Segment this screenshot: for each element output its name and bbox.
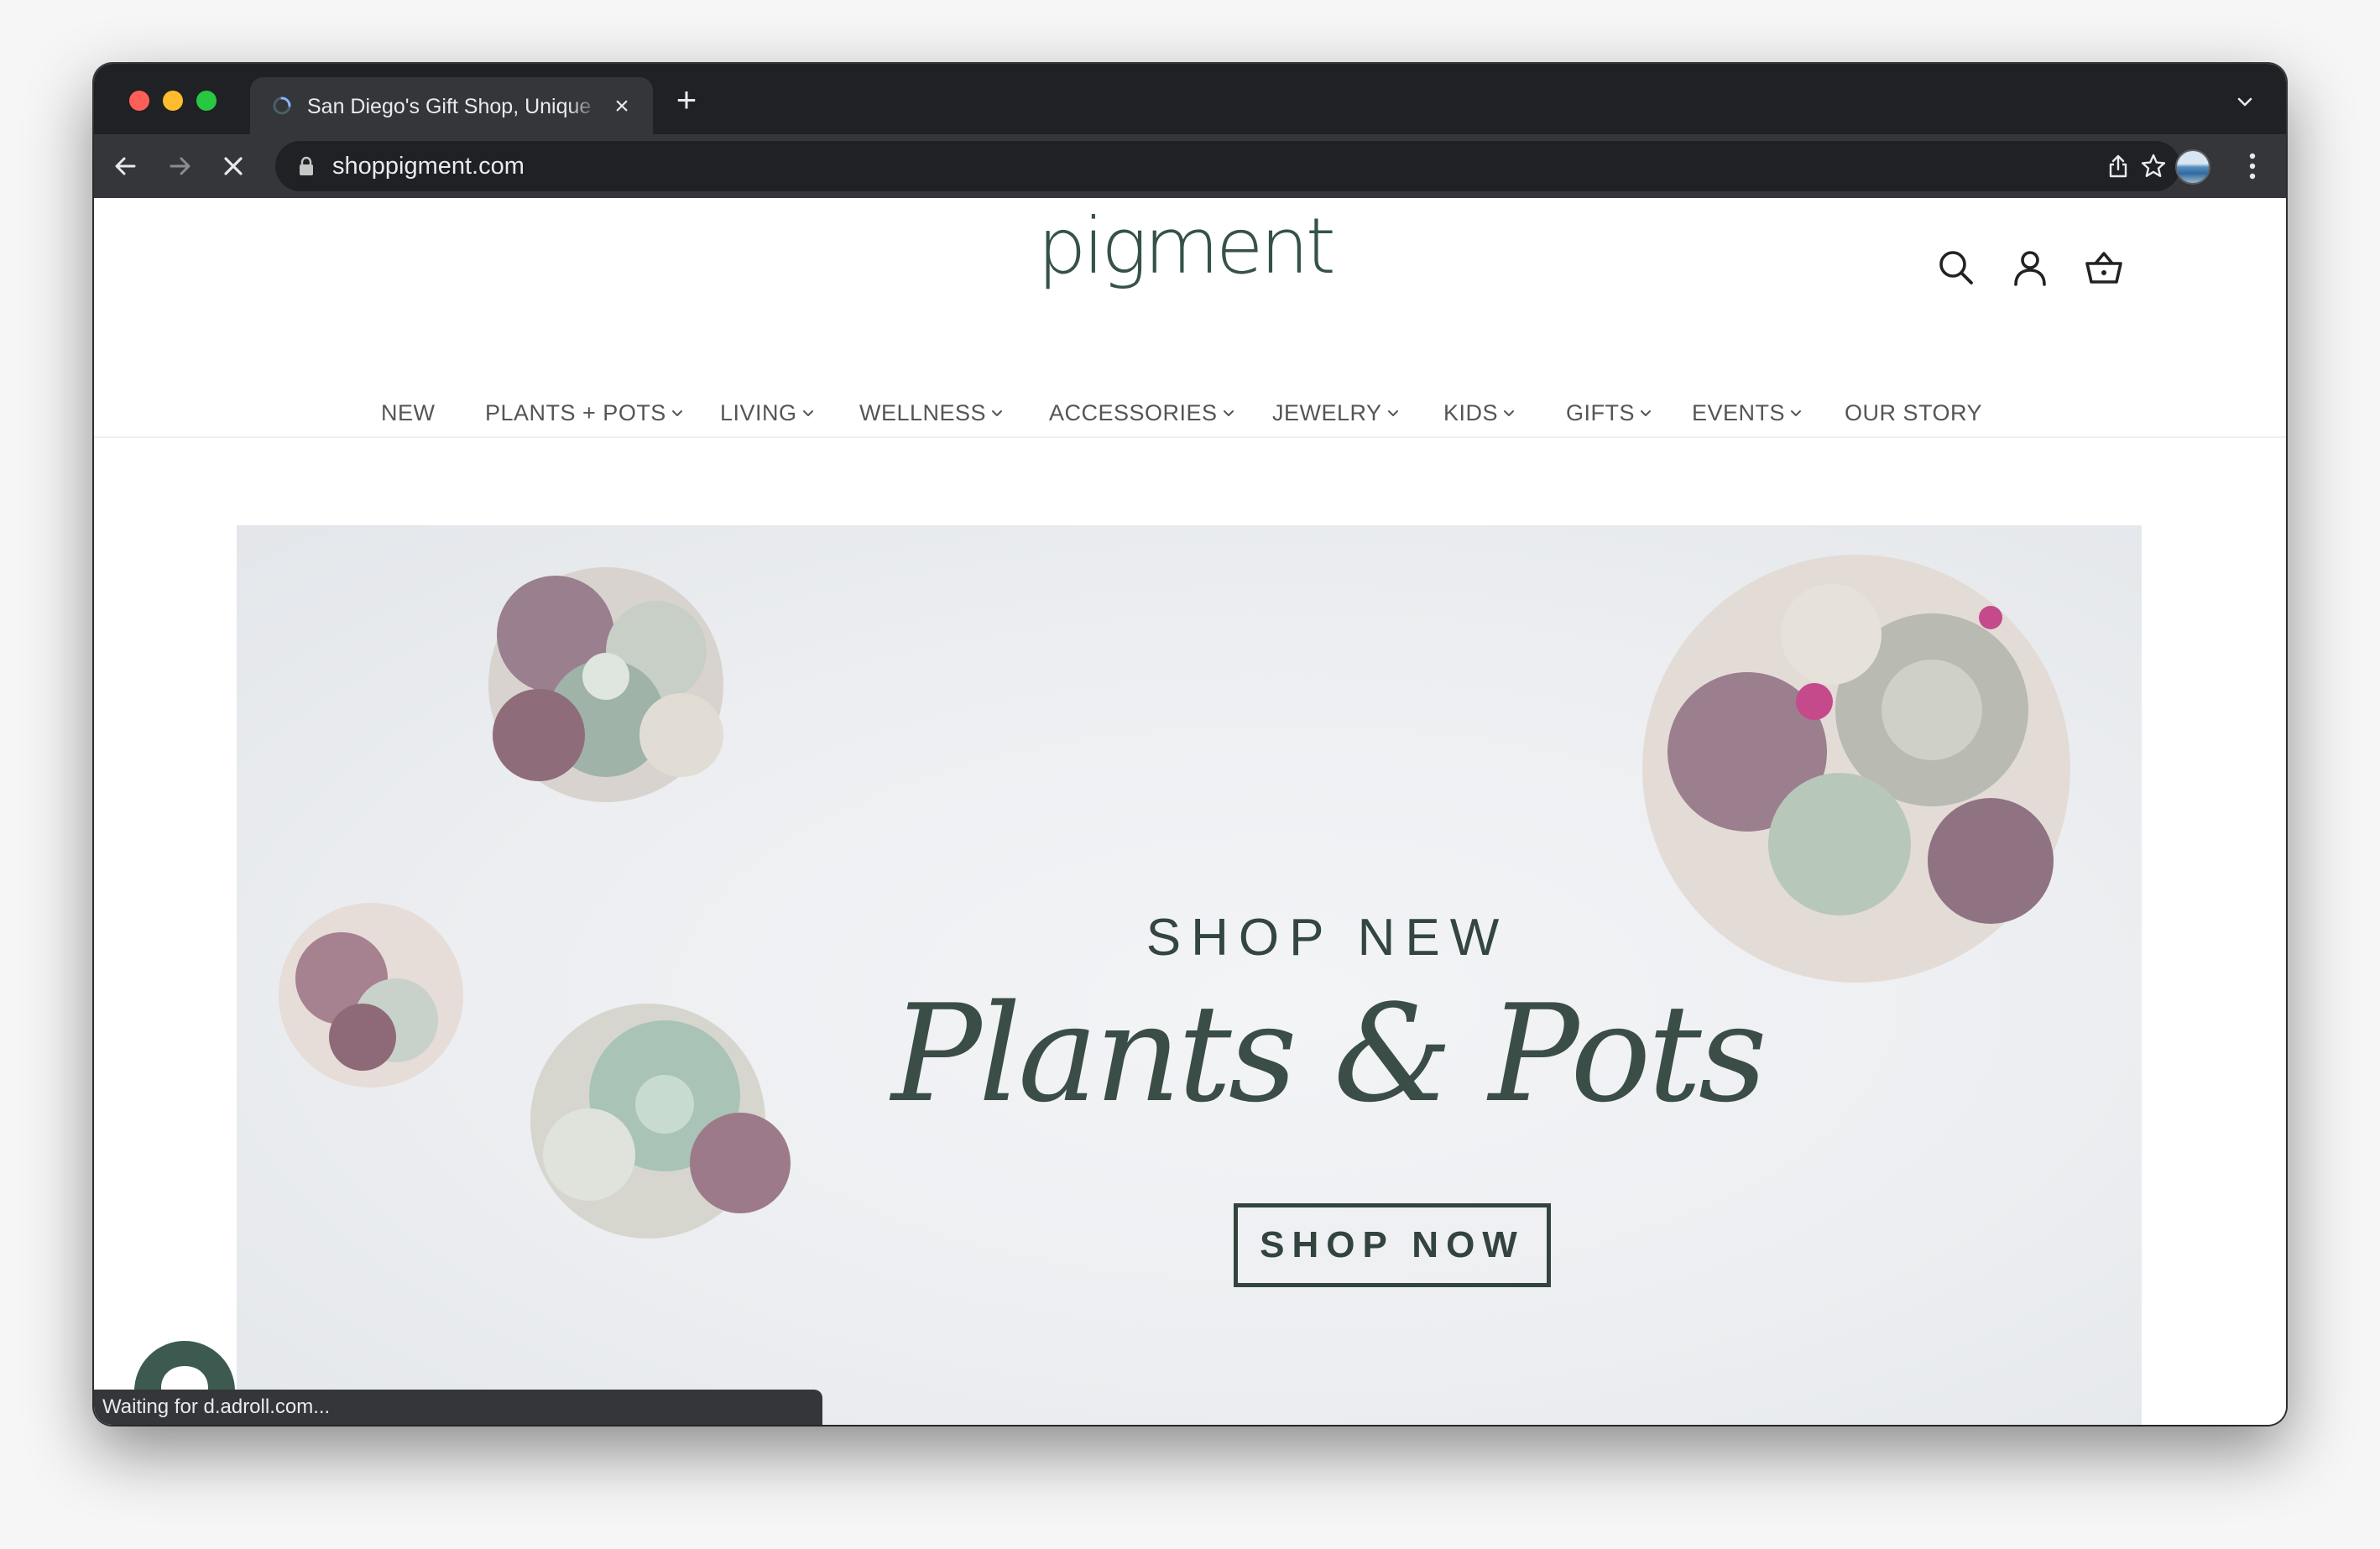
browser-tab-active[interactable]: San Diego's Gift Shop, Unique × (250, 77, 653, 134)
nav-item-kids[interactable]: KIDS (1443, 396, 1515, 430)
chevron-down-icon (802, 410, 813, 416)
stop-loading-icon[interactable] (215, 148, 252, 185)
chevron-down-icon (1387, 410, 1398, 416)
nav-item-wellness[interactable]: WELLNESS (859, 396, 1003, 430)
tab-close-icon[interactable]: × (609, 94, 634, 119)
lock-icon[interactable] (297, 156, 316, 176)
nav-item-label: OUR STORY (1845, 400, 1983, 425)
chevron-down-icon (1504, 410, 1515, 416)
chevron-down-icon (1641, 410, 1651, 416)
forward-icon[interactable] (161, 148, 198, 185)
succulent-pot-left (279, 903, 463, 1087)
nav-item-label: ACCESSORIES (1049, 400, 1218, 425)
hero-title: Plants & Pots (891, 975, 1767, 1132)
back-icon[interactable] (107, 148, 144, 185)
new-tab-button[interactable]: + (670, 82, 703, 117)
more-menu-icon[interactable] (2247, 151, 2257, 181)
maximize-window-button[interactable] (196, 91, 217, 111)
succulent-arrangement-top-left (488, 567, 723, 802)
shop-now-button[interactable]: SHOP NOW (1234, 1203, 1551, 1287)
nav-item-accessories[interactable]: ACCESSORIES (1049, 396, 1234, 430)
tab-title: San Diego's Gift Shop, Unique (307, 95, 592, 118)
nav-item-label: NEW (381, 400, 436, 425)
browser-window: San Diego's Gift Shop, Unique × + shoppi… (94, 64, 2286, 1425)
nav-item-jewelry[interactable]: JEWELRY (1272, 396, 1399, 430)
tab-search-icon[interactable] (2232, 89, 2257, 114)
address-bar[interactable]: shoppigment.com (275, 141, 2180, 191)
nav-item-living[interactable]: LIVING (720, 396, 814, 430)
browser-toolbar: shoppigment.com (94, 134, 2286, 198)
chevron-down-icon (671, 410, 682, 416)
hero-banner[interactable]: SHOP NEW Plants & Pots SHOP NOW (237, 525, 2142, 1425)
loading-favicon (273, 96, 291, 115)
url-text[interactable]: shoppigment.com (332, 151, 525, 181)
nav-item-label: PLANTS + POTS (485, 400, 666, 425)
nav-item-label: GIFTS (1566, 400, 1635, 425)
account-icon[interactable] (2009, 247, 2051, 289)
chevron-down-icon (1223, 410, 1234, 416)
nav-item-label: EVENTS (1692, 400, 1786, 425)
web-page: pigment NEW PLANTS + POTS LIVING WELLNESS AC… (94, 198, 2286, 1425)
nav-row: NEW PLANTS + POTS LIVING WELLNESS ACCESSORIE… (94, 396, 2286, 436)
search-icon[interactable] (1935, 247, 1977, 289)
nav-item-our-story[interactable]: OUR STORY (1845, 396, 1982, 430)
nav-item-new[interactable]: NEW (381, 396, 436, 430)
bookmark-star-icon[interactable] (2140, 153, 2167, 180)
nav-item-label: LIVING (720, 400, 797, 425)
nav-item-gifts[interactable]: GIFTS (1566, 396, 1652, 430)
chevron-down-icon (992, 410, 1003, 416)
share-icon[interactable] (2105, 153, 2132, 180)
nav-item-label: JEWELRY (1272, 400, 1382, 425)
chevron-down-icon (1791, 410, 1802, 416)
site-logo[interactable]: pigment (933, 205, 1437, 289)
tab-strip: San Diego's Gift Shop, Unique × + (94, 64, 2286, 134)
hero-subtitle: SHOP NEW (1146, 909, 1510, 967)
close-window-button[interactable] (129, 91, 149, 111)
main-navigation: NEW PLANTS + POTS LIVING WELLNESS ACCESSORIE… (94, 396, 2286, 438)
cart-basket-icon[interactable] (2083, 247, 2125, 289)
profile-avatar[interactable] (2175, 149, 2210, 185)
tab-title-fade (569, 89, 599, 124)
nav-item-events[interactable]: EVENTS (1692, 396, 1802, 430)
nav-item-plants-pots[interactable]: PLANTS + POTS (485, 396, 683, 430)
nav-item-label: WELLNESS (859, 400, 987, 425)
nav-item-label: KIDS (1443, 400, 1499, 425)
browser-status-bar: Waiting for d.adroll.com... (94, 1390, 822, 1425)
minimize-window-button[interactable] (163, 91, 183, 111)
